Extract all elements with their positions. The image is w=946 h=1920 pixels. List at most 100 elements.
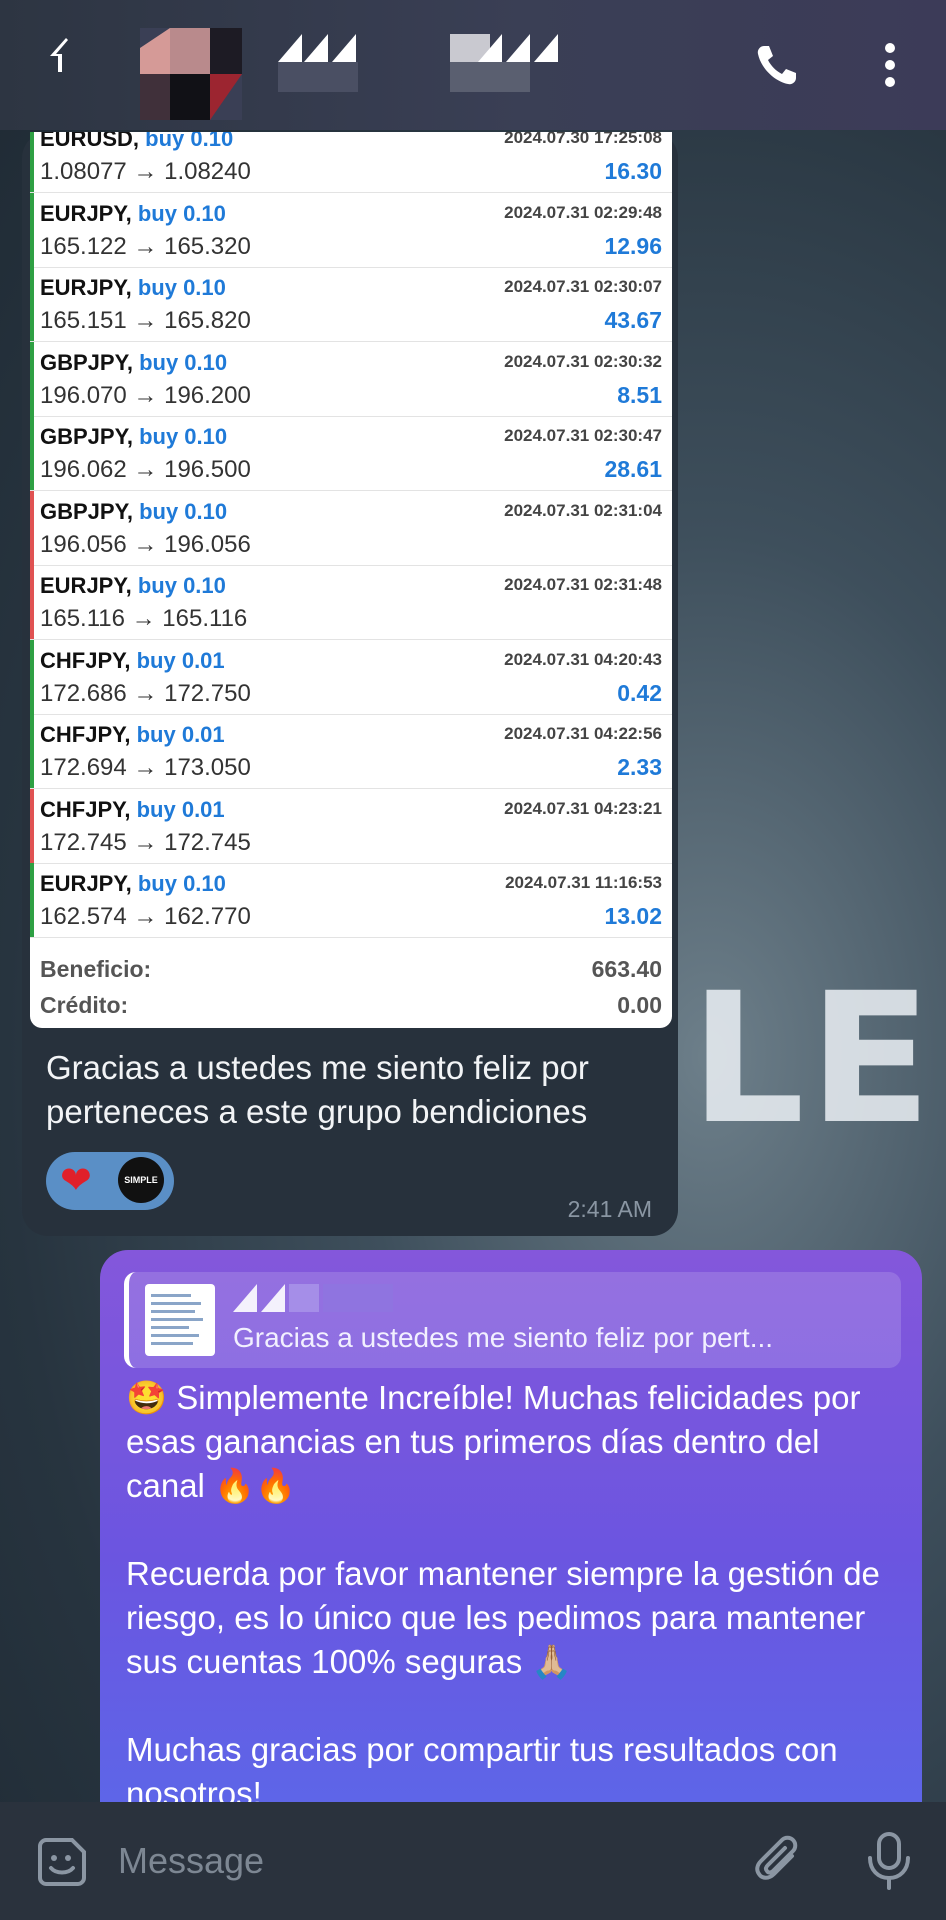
trade-profit: 8.51 <box>617 381 662 408</box>
more-vertical-icon[interactable] <box>870 40 910 90</box>
trade-status-bar <box>30 267 34 341</box>
trade-row: GBPJPY, buy 0.10 2024.07.31 02:30:47 196.0… <box>30 416 672 491</box>
avatar[interactable] <box>140 28 242 120</box>
incoming-message-text: Gracias a ustedes me siento feliz por pe… <box>46 1049 589 1130</box>
trade-side: buy 0.01 <box>136 796 225 822</box>
credit-row: Crédito: 0.00 <box>40 992 662 1019</box>
trade-symbol: EURJPY, buy 0.10 <box>40 200 226 226</box>
trade-side: buy 0.01 <box>136 647 225 673</box>
trade-symbol: EURUSD, buy 0.10 <box>40 132 233 152</box>
trade-row: CHFJPY, buy 0.01 2024.07.31 04:23:21 172.7… <box>30 788 672 864</box>
trade-profit: 2.33 <box>617 754 662 780</box>
trade-symbol: CHFJPY, buy 0.01 <box>40 796 225 822</box>
trade-date: 2024.07.31 11:16:53 <box>505 873 662 892</box>
trade-date: 2024.07.31 02:30:47 <box>504 426 662 445</box>
sticker-icon[interactable] <box>36 1836 88 1888</box>
trade-symbol: CHFJPY, buy 0.01 <box>40 647 225 673</box>
trade-date: 2024.07.31 02:29:48 <box>504 202 662 222</box>
trade-status-bar <box>30 714 34 788</box>
profit-value: 663.40 <box>591 956 662 982</box>
trade-status-bar <box>30 565 34 639</box>
message-timestamp: 2:41 AM <box>567 1196 652 1222</box>
reply-quote[interactable]: Gracias a ustedes me siento feliz por pe… <box>124 1272 901 1368</box>
trade-side: buy 0.10 <box>137 200 226 226</box>
trade-date: 2024.07.31 02:31:48 <box>504 575 662 594</box>
trade-status-bar <box>30 341 34 416</box>
reply-preview-text: Gracias a ustedes me siento feliz por pe… <box>233 1322 774 1353</box>
trade-symbol: GBPJPY, buy 0.10 <box>40 498 228 524</box>
trade-side: buy 0.10 <box>139 349 228 375</box>
credit-label: Crédito: <box>40 992 129 1018</box>
trade-profit: 0.42 <box>617 679 662 706</box>
background-wallpaper-text: LE <box>690 955 936 1164</box>
reply-sender-name <box>233 1284 393 1312</box>
outgoing-message-text: 🤩 Simplemente Increíble! Muchas felicida… <box>126 1376 906 1810</box>
message-paragraph: 🤩 Simplemente Increíble! Muchas felicida… <box>126 1379 861 1504</box>
back-arrow-icon[interactable] <box>36 30 86 80</box>
trade-status-bar <box>30 490 34 565</box>
trade-side: buy 0.01 <box>136 722 225 747</box>
trade-status-bar <box>30 416 34 490</box>
phone-icon[interactable] <box>752 40 802 90</box>
reactor-avatar: SIMPLE <box>118 1157 164 1203</box>
trade-prices: 165.122 → 165.320 <box>40 232 251 260</box>
trade-symbol: CHFJPY, buy 0.01 <box>40 722 225 747</box>
message-paragraph: Recuerda por favor mantener siempre la g… <box>126 1555 880 1680</box>
incoming-message-bubble[interactable]: EURUSD, buy 0.10 2024.07.30 17:25:08 1.080… <box>22 132 678 1236</box>
message-input[interactable] <box>116 1830 720 1892</box>
trade-date: 2024.07.30 17:25:08 <box>504 132 662 147</box>
trade-side: buy 0.10 <box>137 275 226 300</box>
trade-prices: 196.070 → 196.200 <box>40 381 251 409</box>
composer-bar <box>0 1802 946 1920</box>
trade-prices: 165.116 → 165.116 <box>40 605 248 632</box>
heart-icon: ❤ <box>60 1158 92 1202</box>
trade-profit: 16.30 <box>604 158 662 184</box>
message-paragraph: Muchas gracias por compartir tus resulta… <box>126 1731 838 1810</box>
trade-history-screenshot[interactable]: EURUSD, buy 0.10 2024.07.30 17:25:08 1.080… <box>30 132 672 1028</box>
trade-symbol: EURJPY, buy 0.10 <box>40 871 226 896</box>
trade-side: buy 0.10 <box>137 871 226 896</box>
trade-row: EURJPY, buy 0.10 2024.07.31 02:30:07 165.1… <box>30 267 672 342</box>
trade-row: GBPJPY, buy 0.10 2024.07.31 02:30:32 196.0… <box>30 341 672 417</box>
trade-date: 2024.07.31 04:22:56 <box>504 724 662 743</box>
trade-status-bar <box>30 863 34 937</box>
trade-prices: 172.745 → 172.745 <box>40 828 251 856</box>
trade-prices: 196.062 → 196.500 <box>40 456 251 483</box>
trade-prices: 1.08077 → 1.08240 <box>40 158 251 185</box>
credit-value: 0.00 <box>617 992 662 1018</box>
trade-status-bar <box>30 788 34 863</box>
trade-symbol: EURJPY, buy 0.10 <box>40 573 226 598</box>
trade-date: 2024.07.31 04:20:43 <box>504 649 662 669</box>
trade-profit: 28.61 <box>604 456 662 482</box>
trade-prices: 172.686 → 172.750 <box>40 679 251 707</box>
trade-date: 2024.07.31 02:30:07 <box>504 277 662 296</box>
chat-title <box>278 34 558 92</box>
trade-date: 2024.07.31 02:30:32 <box>504 351 662 371</box>
trade-row: EURJPY, buy 0.10 2024.07.31 02:31:48 165.1… <box>30 565 672 640</box>
trade-row: CHFJPY, buy 0.01 2024.07.31 04:20:43 172.6… <box>30 639 672 715</box>
trade-profit: 12.96 <box>604 232 662 259</box>
trade-date: 2024.07.31 04:23:21 <box>504 798 662 818</box>
chat-header <box>0 0 946 130</box>
trade-profit: 13.02 <box>604 903 662 929</box>
profit-row: Beneficio: 663.40 <box>40 956 662 983</box>
trade-row: CHFJPY, buy 0.01 2024.07.31 04:22:56 172.6… <box>30 714 672 789</box>
trade-row: EURUSD, buy 0.10 2024.07.30 17:25:08 1.080… <box>30 132 672 193</box>
trade-prices: 196.056 → 196.056 <box>40 530 251 558</box>
reply-thumbnail <box>145 1284 215 1356</box>
trade-prices: 162.574 → 162.770 <box>40 903 251 930</box>
trade-status-bar <box>30 132 34 192</box>
outgoing-message-bubble[interactable]: Gracias a ustedes me siento feliz por pe… <box>100 1250 922 1810</box>
microphone-icon[interactable] <box>864 1830 914 1892</box>
trade-symbol: EURJPY, buy 0.10 <box>40 275 226 300</box>
trade-side: buy 0.10 <box>137 573 226 598</box>
trade-row: EURJPY, buy 0.10 2024.07.31 11:16:53 162.5… <box>30 863 672 938</box>
reaction-badge[interactable]: ❤ SIMPLE <box>46 1152 174 1210</box>
trade-prices: 165.151 → 165.820 <box>40 307 251 334</box>
trade-side: buy 0.10 <box>139 498 228 524</box>
trade-row: GBPJPY, buy 0.10 2024.07.31 02:31:04 196.0… <box>30 490 672 566</box>
trade-symbol: GBPJPY, buy 0.10 <box>40 424 228 449</box>
trade-prices: 172.694 → 173.050 <box>40 754 251 781</box>
paperclip-icon[interactable] <box>752 1834 806 1888</box>
trade-symbol: GBPJPY, buy 0.10 <box>40 349 228 375</box>
